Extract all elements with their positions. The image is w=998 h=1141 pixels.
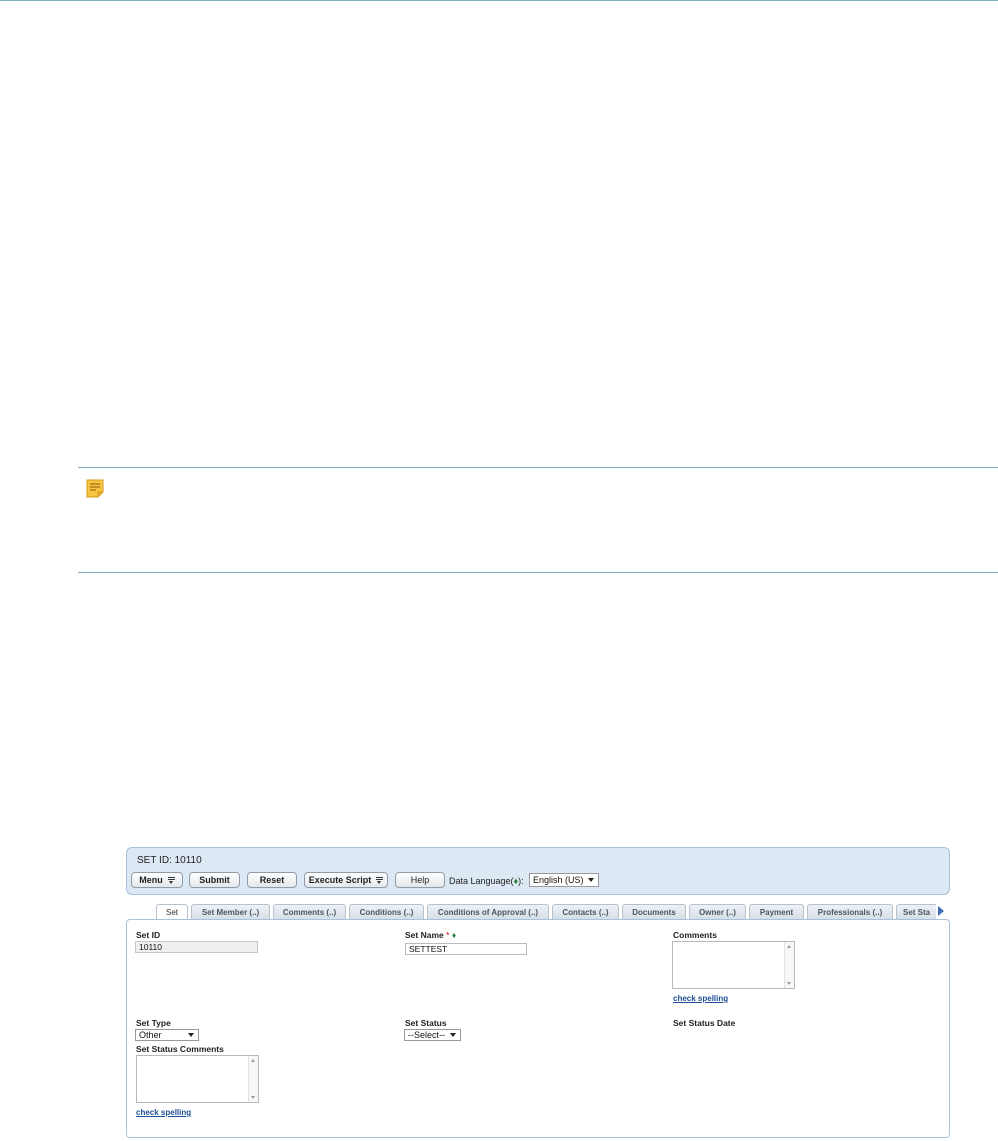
comments-label: Comments: [673, 930, 717, 940]
chevron-down-icon: [588, 878, 594, 882]
tab-label: Set Sta: [903, 907, 931, 917]
submit-button-label: Submit: [199, 875, 230, 885]
set-status-date-label: Set Status Date: [673, 1018, 736, 1028]
tab-set-status[interactable]: Set Sta: [896, 904, 936, 919]
set-status-value: --Select--: [408, 1030, 446, 1040]
scroll-up-icon: [251, 1059, 255, 1062]
tab-label: Set: [165, 908, 178, 917]
comments-textarea[interactable]: [672, 941, 795, 989]
set-form-screenshot: SET ID: 10110 Menu Submit Reset Execute …: [126, 847, 950, 1138]
tab-conditions[interactable]: Conditions (..): [349, 904, 424, 919]
set-tab-content: Set ID 10110 Set Name * ♦ SETTEST Commen…: [126, 919, 950, 1138]
header-bar: SET ID: 10110 Menu Submit Reset Execute …: [126, 847, 950, 895]
tab-professionals[interactable]: Professionals (..): [807, 904, 893, 919]
tab-label: Payment: [759, 907, 794, 917]
set-status-comments-check-spelling-link[interactable]: check spelling: [136, 1108, 191, 1117]
scroll-down-icon: [251, 1096, 255, 1099]
scroll-up-icon: [787, 945, 791, 948]
chevron-down-icon: [188, 1033, 194, 1037]
comments-check-spelling-link[interactable]: check spelling: [673, 994, 728, 1003]
tab-documents[interactable]: Documents: [622, 904, 686, 919]
textarea-scrollbar[interactable]: [248, 1056, 258, 1102]
menu-button[interactable]: Menu: [131, 872, 183, 888]
tab-label: Documents: [632, 907, 676, 917]
set-name-field[interactable]: SETTEST: [405, 943, 527, 955]
top-divider: [0, 0, 998, 1]
scroll-down-icon: [787, 982, 791, 985]
set-status-label: Set Status: [405, 1018, 447, 1028]
set-name-label-text: Set Name: [405, 930, 444, 940]
data-language-suffix: ):: [518, 876, 524, 886]
data-language-value: English (US): [533, 875, 584, 885]
data-language-select[interactable]: English (US): [529, 873, 599, 887]
tab-payment[interactable]: Payment: [749, 904, 804, 919]
execute-script-button[interactable]: Execute Script: [304, 872, 388, 888]
diamond-icon: ♦: [451, 930, 457, 940]
reset-button-label: Reset: [259, 875, 285, 885]
tab-contacts[interactable]: Contacts (..): [552, 904, 619, 919]
menu-button-label: Menu: [139, 875, 163, 885]
required-marker: *: [446, 930, 450, 940]
scroll-right-arrow-icon[interactable]: [938, 906, 944, 916]
textarea-scrollbar[interactable]: [784, 942, 794, 988]
tab-label: Conditions (..): [359, 907, 414, 917]
set-id-field: 10110: [135, 941, 258, 953]
menu-dropdown-icon: [167, 877, 175, 884]
note-icon: [86, 479, 104, 498]
set-status-comments-textarea[interactable]: [136, 1055, 259, 1103]
set-type-select[interactable]: Other: [135, 1029, 199, 1041]
execute-script-label: Execute Script: [308, 875, 372, 885]
data-language-text: Data Language(: [449, 876, 514, 886]
tab-label: Set Member (..): [201, 907, 260, 917]
note-divider-top: [78, 467, 998, 468]
tab-label: Contacts (..): [562, 907, 609, 917]
chevron-down-icon: [450, 1033, 456, 1037]
tab-conditions-of-approval[interactable]: Conditions of Approval (..): [427, 904, 549, 919]
set-name-label: Set Name * ♦: [405, 930, 456, 940]
set-title: SET ID: 10110: [137, 855, 202, 866]
submit-button[interactable]: Submit: [189, 872, 240, 888]
help-button[interactable]: Help: [395, 872, 445, 888]
set-type-label: Set Type: [136, 1018, 171, 1028]
note-divider-bottom: [78, 572, 998, 573]
set-type-value: Other: [139, 1030, 162, 1040]
help-button-label: Help: [410, 875, 430, 885]
tab-set-member[interactable]: Set Member (..): [191, 904, 270, 919]
tab-label: Owner (..): [699, 907, 736, 917]
tab-bar: Set Set Member (..) Comments (..) Condit…: [156, 904, 936, 919]
execute-script-dropdown-icon: [376, 877, 384, 884]
set-status-select[interactable]: --Select--: [404, 1029, 461, 1041]
tab-owner[interactable]: Owner (..): [689, 904, 746, 919]
tab-label: Conditions of Approval (..): [437, 907, 539, 917]
tab-set[interactable]: Set: [156, 904, 188, 919]
data-language-label: Data Language(♦):: [449, 876, 524, 886]
tab-label: Comments (..): [282, 907, 337, 917]
tab-label: Professionals (..): [817, 907, 883, 917]
tab-comments[interactable]: Comments (..): [273, 904, 346, 919]
set-status-comments-label: Set Status Comments: [136, 1044, 224, 1054]
set-id-label: Set ID: [136, 930, 161, 940]
reset-button[interactable]: Reset: [247, 872, 297, 888]
